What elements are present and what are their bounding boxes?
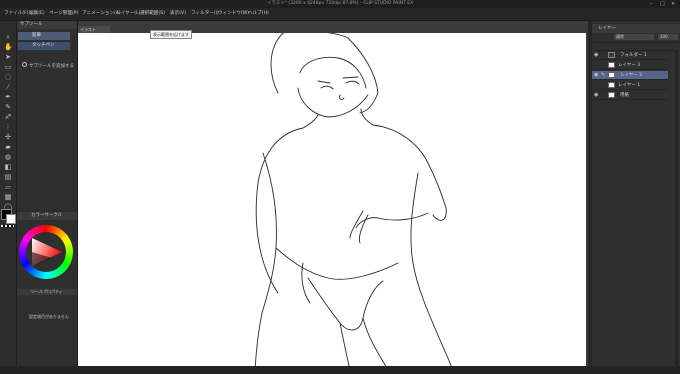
- add-circle-icon: [22, 62, 27, 67]
- operation-tool-icon[interactable]: ➤: [4, 53, 12, 61]
- pen-edit-icon: ✎: [601, 72, 606, 78]
- close-icon[interactable]: ×: [671, 1, 675, 7]
- move-tool-icon[interactable]: ✋: [4, 43, 13, 51]
- status-bar: [0, 366, 680, 374]
- opacity-field[interactable]: 100: [658, 34, 678, 40]
- lasso-tool-icon[interactable]: ◌: [4, 73, 12, 81]
- brush-tool-icon[interactable]: ♐: [4, 113, 12, 121]
- no-settings-message: 設定項目がありません: [29, 314, 69, 319]
- layer-thumbnail: [608, 82, 615, 88]
- folder-icon: [608, 52, 615, 58]
- maximize-icon[interactable]: □: [660, 1, 665, 7]
- layer-row-folder-1[interactable]: ◉ フォルダー 1: [592, 51, 668, 60]
- layer-toolbar: [594, 42, 678, 51]
- color-panel-title: カラーサークル: [17, 212, 77, 220]
- document-tab[interactable]: イラスト: [78, 26, 110, 33]
- blend-tool-icon[interactable]: ◍: [4, 153, 12, 161]
- title-bar: イラスト* (3200 x 4248px 720dpi 87.8%) - CLI…: [0, 0, 680, 8]
- layer-thumbnail: [608, 72, 615, 78]
- menu-bar: ファイル(F) 編集(E) ページ管理(P) アニメーション(A) レイヤー(L…: [0, 8, 680, 21]
- subtool-item-touch-pen[interactable]: タッチペン: [18, 42, 70, 50]
- eye-icon[interactable]: ◉: [594, 51, 598, 60]
- menu-file[interactable]: ファイル(F): [4, 8, 29, 20]
- pen-tool-icon[interactable]: ✒: [4, 93, 12, 101]
- minimize-icon[interactable]: –: [650, 1, 653, 7]
- subtool-panel-title: サブツール: [17, 21, 77, 29]
- menu-page[interactable]: ページ管理(P): [49, 8, 78, 20]
- menu-help[interactable]: ヘルプ(H): [248, 8, 269, 20]
- eraser-tool-icon[interactable]: ▰: [4, 143, 12, 151]
- layer-panel: レイヤー 通常 100 ◉ フォルダー 1 レイヤー 3 ◉ ✎ レイヤー 2 …: [592, 21, 680, 374]
- menu-animation[interactable]: アニメーション(A): [82, 8, 121, 20]
- layer-name: フォルダー 1: [620, 53, 647, 58]
- tool-bar: ⌕ ✋ ➤ ▭ ◌ ⁄ ✒ ✎ ♐ ⋮ ✣ ▰ ◍ ◧ ▤ ▱ ▦ ◯ A: [0, 21, 17, 374]
- drawing-canvas[interactable]: [78, 33, 586, 370]
- sketch-drawing: [254, 33, 454, 370]
- color-panel: カラーサークル ツールプロパティ 設定項目がありません: [17, 212, 78, 374]
- subtool-panel: サブツール 鉛筆 タッチペン サブツールを追加する: [17, 21, 78, 211]
- tooltip: 表示範囲を広げます: [150, 30, 192, 39]
- zoom-tool-icon[interactable]: ⌕: [4, 33, 12, 41]
- figure-tool-icon[interactable]: ▱: [4, 183, 12, 191]
- menu-window[interactable]: ウィンドウ(W): [218, 8, 249, 20]
- layer-row-layer-2[interactable]: ◉ ✎ レイヤー 2: [592, 71, 668, 80]
- layer-name: レイヤー 3: [618, 63, 641, 68]
- blend-mode-select[interactable]: 通常: [614, 34, 654, 40]
- layer-name: 用紙: [620, 93, 629, 98]
- layer-panel-title: レイヤー: [592, 24, 680, 33]
- layer-row-layer-3[interactable]: レイヤー 3: [602, 61, 668, 70]
- saturation-triangle[interactable]: [28, 234, 64, 270]
- layer-thumbnail: [608, 62, 615, 68]
- eye-icon[interactable]: ◉: [594, 71, 598, 80]
- subtool-item-pencil[interactable]: 鉛筆: [18, 32, 70, 40]
- pencil-tool-icon[interactable]: ✎: [4, 103, 12, 111]
- menu-layer[interactable]: レイヤー(L): [116, 8, 140, 20]
- layer-row-layer-1[interactable]: レイヤー 1: [602, 81, 668, 90]
- menu-view[interactable]: 表示(V): [170, 8, 186, 20]
- decoration-tool-icon[interactable]: ✣: [4, 133, 12, 141]
- layer-name: レイヤー 1: [618, 83, 641, 88]
- menu-edit[interactable]: 編集(E): [29, 8, 45, 20]
- airbrush-tool-icon[interactable]: ⋮: [4, 123, 12, 131]
- menu-filter[interactable]: フィルター(I): [191, 8, 219, 20]
- layer-name: レイヤー 2: [620, 73, 643, 78]
- selection-tool-icon[interactable]: ▭: [4, 63, 12, 71]
- layer-scrollbar[interactable]: [675, 51, 678, 371]
- add-subtool-button[interactable]: サブツールを追加する: [22, 62, 74, 69]
- transparent-color-swatch[interactable]: [1, 225, 14, 227]
- add-subtool-label: サブツールを追加する: [29, 64, 74, 69]
- sub-color-swatch[interactable]: [6, 214, 16, 224]
- eyedropper-tool-icon[interactable]: ⁄: [4, 83, 12, 91]
- frame-tool-icon[interactable]: ▦: [4, 193, 12, 201]
- gradient-tool-icon[interactable]: ▤: [4, 173, 12, 181]
- fill-tool-icon[interactable]: ◧: [4, 163, 12, 171]
- window-title: イラスト* (3200 x 4248px 720dpi 87.8%) - CLI…: [266, 1, 414, 6]
- tool-property-title: ツールプロパティ: [17, 289, 77, 295]
- layer-row-paper[interactable]: ◉ 用紙: [592, 91, 668, 100]
- eye-icon[interactable]: ◉: [594, 91, 598, 100]
- menu-selection[interactable]: 選択範囲(S): [140, 8, 165, 20]
- layer-thumbnail: [608, 92, 615, 98]
